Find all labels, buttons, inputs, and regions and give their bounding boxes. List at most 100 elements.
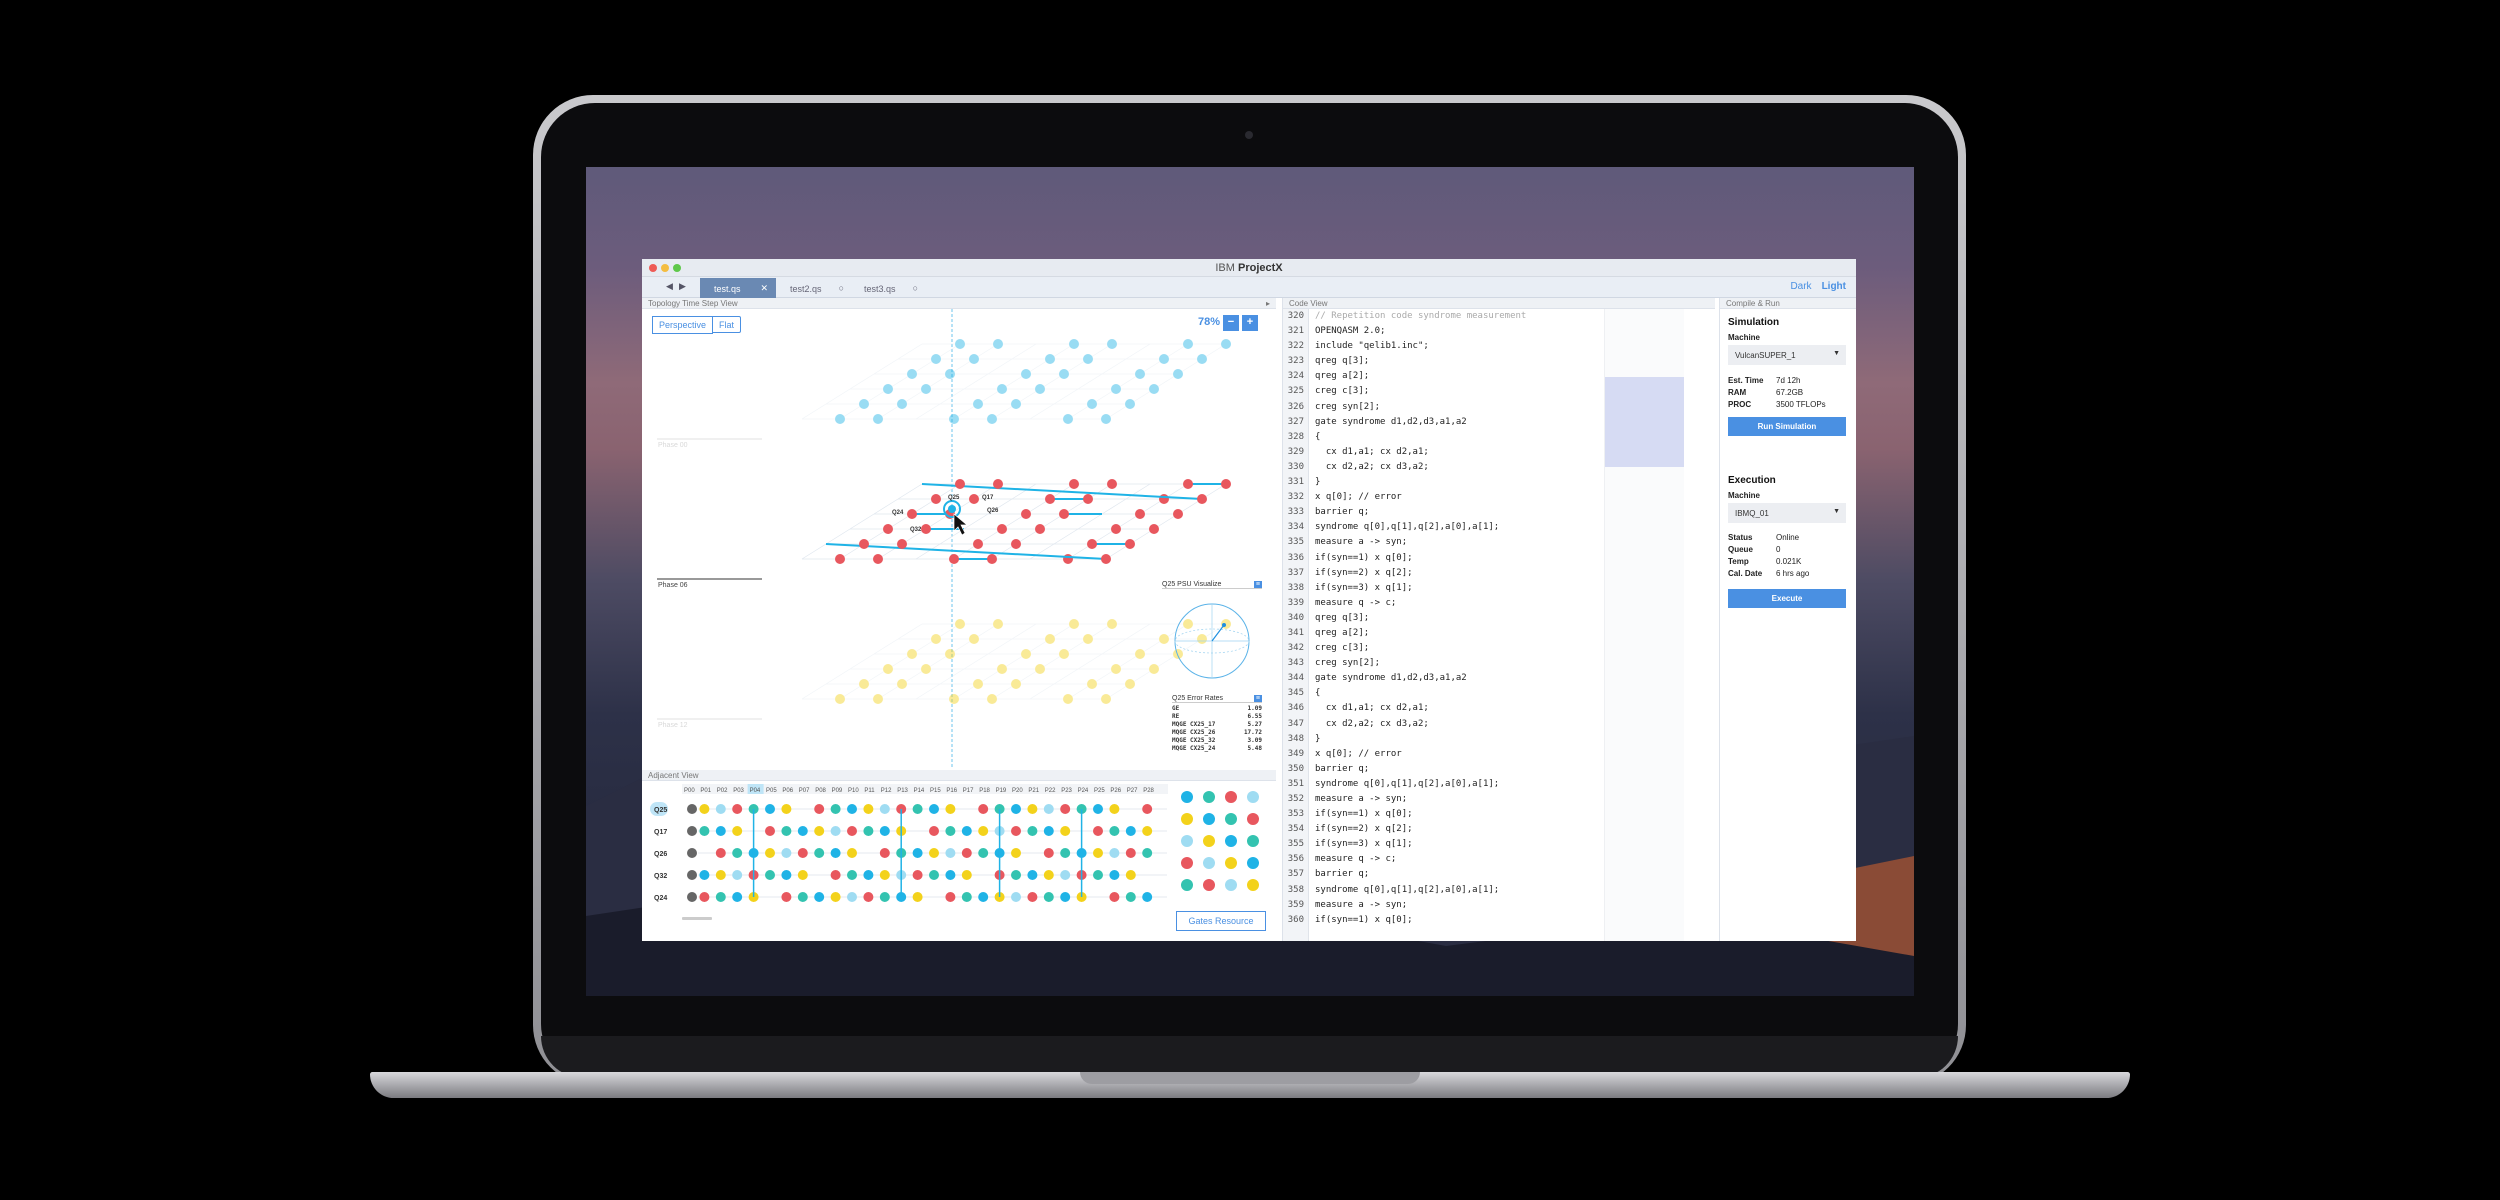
code-line[interactable]: syndrome q[0],q[1],q[2],a[0],a[1]; bbox=[1315, 883, 1604, 898]
code-line[interactable]: measure a -> syn; bbox=[1315, 535, 1604, 550]
code-line[interactable]: { bbox=[1315, 686, 1604, 701]
gate-node bbox=[699, 804, 710, 814]
gate-node bbox=[1027, 870, 1038, 880]
line-number: 339 bbox=[1287, 597, 1304, 608]
code-line[interactable]: gate syndrome d1,d2,d3,a1,a2 bbox=[1315, 671, 1604, 686]
run-simulation-button[interactable]: Run Simulation bbox=[1728, 417, 1846, 436]
qubit-node bbox=[1173, 369, 1183, 379]
ram-row: RAM 67.2GB bbox=[1728, 388, 1848, 399]
code-line[interactable]: barrier q; bbox=[1315, 762, 1604, 777]
ram-value: 67.2GB bbox=[1776, 388, 1804, 397]
code-line[interactable]: measure q -> c; bbox=[1315, 596, 1604, 611]
code-line[interactable]: include "qelib1.inc"; bbox=[1315, 339, 1604, 354]
code-line[interactable]: cx d2,a2; cx d3,a2; bbox=[1315, 460, 1604, 475]
code-line[interactable]: if(syn==3) x q[1]; bbox=[1315, 581, 1604, 596]
ram-label: RAM bbox=[1728, 388, 1747, 397]
qubit-node bbox=[1045, 354, 1055, 364]
unsaved-dot-icon[interactable]: ○ bbox=[913, 283, 918, 293]
code-line[interactable]: } bbox=[1315, 475, 1604, 490]
code-line[interactable]: syndrome q[0],q[1],q[2],a[0],a[1]; bbox=[1315, 777, 1604, 792]
code-line[interactable]: { bbox=[1315, 430, 1604, 445]
code-line[interactable]: creg c[3]; bbox=[1315, 641, 1604, 656]
code-line[interactable]: cx d1,a1; cx d2,a1; bbox=[1315, 445, 1604, 460]
row-start-node bbox=[687, 848, 697, 858]
gate-node bbox=[879, 826, 890, 836]
gate-palette-item bbox=[1203, 879, 1215, 891]
code-line[interactable]: creg c[3]; bbox=[1315, 384, 1604, 399]
minimap-viewport[interactable] bbox=[1605, 377, 1684, 467]
code-line[interactable]: qreg q[3]; bbox=[1315, 354, 1604, 369]
column-header: P04 bbox=[750, 788, 761, 794]
code-line[interactable]: // Repetition code syndrome measurement bbox=[1315, 309, 1604, 324]
code-line[interactable]: if(syn==1) x q[0]; bbox=[1315, 913, 1604, 928]
gates-resource-button[interactable]: Gates Resource bbox=[1176, 911, 1266, 931]
qubit-node bbox=[1125, 539, 1135, 549]
unsaved-dot-icon[interactable]: ○ bbox=[839, 283, 844, 293]
gate-palette-item bbox=[1247, 791, 1259, 803]
chevron-down-icon: ▼ bbox=[1833, 350, 1840, 357]
lattice-edge bbox=[825, 528, 851, 545]
code-line[interactable]: creg syn[2]; bbox=[1315, 400, 1604, 415]
code-line[interactable]: if(syn==3) x q[1]; bbox=[1315, 837, 1604, 852]
code-line[interactable]: if(syn==1) x q[0]; bbox=[1315, 551, 1604, 566]
row-label: Q17 bbox=[654, 829, 667, 836]
execution-machine-label: Machine bbox=[1728, 491, 1761, 500]
code-line[interactable]: if(syn==2) x q[2]; bbox=[1315, 822, 1604, 837]
error-rate-value: 17.72 bbox=[1243, 729, 1262, 736]
code-line[interactable]: qreg a[2]; bbox=[1315, 626, 1604, 641]
code-line[interactable]: barrier q; bbox=[1315, 867, 1604, 882]
theme-dark-option[interactable]: Dark bbox=[1790, 281, 1811, 292]
bloch-menu-icon[interactable]: ≡ bbox=[1253, 581, 1262, 588]
execution-machine-select[interactable]: IBMQ_01 ▼ bbox=[1728, 503, 1846, 523]
simulation-machine-select[interactable]: VulcanSUPER_1 ▼ bbox=[1728, 345, 1846, 365]
gate-node bbox=[814, 804, 825, 814]
code-editor[interactable]: // Repetition code syndrome measurement O… bbox=[1315, 309, 1604, 928]
gate-node bbox=[765, 848, 775, 858]
theme-light-option[interactable]: Light bbox=[1822, 281, 1846, 292]
tab-test3-qs[interactable]: test3.qs ○ bbox=[850, 278, 926, 298]
code-line[interactable]: x q[0]; // error bbox=[1315, 747, 1604, 762]
code-line[interactable]: barrier q; bbox=[1315, 505, 1604, 520]
code-line[interactable]: if(syn==2) x q[2]; bbox=[1315, 566, 1604, 581]
collapse-icon[interactable]: ▸ bbox=[1266, 299, 1270, 308]
simulation-machine-value: VulcanSUPER_1 bbox=[1735, 351, 1796, 360]
code-line[interactable]: syndrome q[0],q[1],q[2],a[0],a[1]; bbox=[1315, 520, 1604, 535]
code-line[interactable]: measure q -> c; bbox=[1315, 852, 1604, 867]
close-tab-icon[interactable]: ✕ bbox=[760, 283, 768, 294]
code-line[interactable]: gate syndrome d1,d2,d3,a1,a2 bbox=[1315, 415, 1604, 430]
proc-row: PROC 3500 TFLOPs bbox=[1728, 400, 1848, 411]
code-line[interactable]: measure a -> syn; bbox=[1315, 898, 1604, 913]
code-line[interactable]: qreg q[3]; bbox=[1315, 611, 1604, 626]
forward-arrow-icon[interactable]: ▶ bbox=[679, 281, 686, 292]
code-line[interactable]: cx d1,a1; cx d2,a1; bbox=[1315, 701, 1604, 716]
execute-button[interactable]: Execute bbox=[1728, 589, 1846, 608]
code-line[interactable]: creg syn[2]; bbox=[1315, 656, 1604, 671]
tab-test2-qs[interactable]: test2.qs ○ bbox=[776, 278, 852, 298]
cal-date-value: 6 hrs ago bbox=[1776, 569, 1810, 578]
lattice-edge bbox=[897, 623, 923, 640]
lattice-edge bbox=[1101, 358, 1127, 375]
error-menu-icon[interactable]: ≡ bbox=[1253, 695, 1262, 702]
proc-value: 3500 TFLOPs bbox=[1776, 400, 1826, 409]
bloch-sphere bbox=[1174, 603, 1250, 679]
code-line[interactable]: x q[0]; // error bbox=[1315, 490, 1604, 505]
gate-node bbox=[929, 804, 939, 814]
tab-test-qs[interactable]: test.qs ✕ bbox=[700, 278, 776, 298]
back-arrow-icon[interactable]: ◀ bbox=[666, 281, 673, 292]
code-line[interactable]: if(syn==1) x q[0]; bbox=[1315, 807, 1604, 822]
adjacent-view[interactable]: P00 P01 P02 P03 P04 P05 P06 P07 P08 P09 P10 P11 P12 P… bbox=[642, 782, 1276, 941]
topology-view[interactable]: Perspective Flat 78% − + Phase 00 Phase 06 Ph… bbox=[642, 309, 1276, 769]
code-line[interactable]: cx d2,a2; cx d3,a2; bbox=[1315, 717, 1604, 732]
code-line[interactable]: measure a -> syn; bbox=[1315, 792, 1604, 807]
line-number: 351 bbox=[1287, 778, 1304, 789]
gate-node bbox=[1093, 848, 1103, 858]
tab-label: test2.qs bbox=[790, 284, 822, 294]
code-line[interactable]: } bbox=[1315, 732, 1604, 747]
qubit-node bbox=[1149, 524, 1159, 534]
gate-palette-item bbox=[1203, 791, 1215, 803]
code-line[interactable]: OPENQASM 2.0; bbox=[1315, 324, 1604, 339]
code-view[interactable]: Code View 320 321 322 323 324 325 326 327 328 329… bbox=[1282, 298, 1715, 941]
gate-node bbox=[1142, 804, 1153, 814]
code-line[interactable]: qreg a[2]; bbox=[1315, 369, 1604, 384]
code-minimap[interactable] bbox=[1604, 309, 1684, 941]
